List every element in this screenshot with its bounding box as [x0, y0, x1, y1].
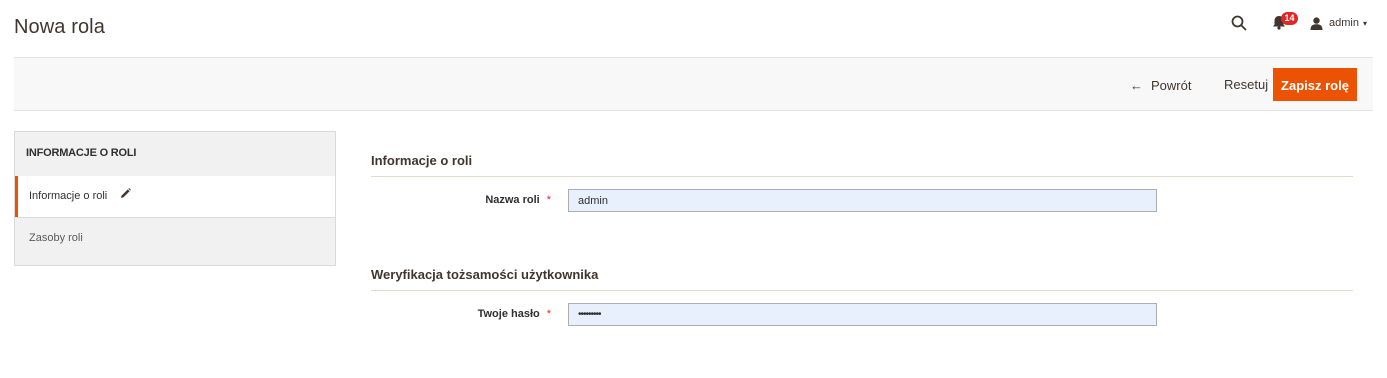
- search-icon[interactable]: [1228, 12, 1250, 34]
- header-actions: 14 admin ▾: [1228, 12, 1367, 34]
- required-mark: *: [546, 308, 551, 320]
- notification-count-badge: 14: [1281, 12, 1299, 25]
- tab-label: Zasoby roli: [29, 232, 83, 244]
- tab-label: Informacje o roli: [29, 190, 108, 202]
- reset-button[interactable]: Resetuj: [1224, 76, 1268, 94]
- tab-role-info[interactable]: Informacje o roli: [15, 176, 335, 217]
- arrow-left-icon: ←: [1130, 77, 1143, 93]
- user-name: admin: [1329, 17, 1359, 29]
- back-button[interactable]: ← Powrót: [1130, 76, 1191, 94]
- back-button-label: Powrót: [1151, 77, 1192, 93]
- notifications[interactable]: 14: [1272, 12, 1299, 34]
- user-menu[interactable]: admin ▾: [1310, 16, 1367, 30]
- save-role-button[interactable]: Zapisz rolę: [1273, 68, 1357, 101]
- required-mark: *: [546, 194, 551, 206]
- sidebar-title: INFORMACJE O ROLI: [15, 132, 335, 177]
- pencil-icon: [120, 176, 132, 216]
- password-label-text: Twoje hasło: [477, 308, 540, 320]
- page-title: Nowa rola: [14, 16, 105, 38]
- password-label: Twoje hasło *: [351, 308, 551, 320]
- role-name-input[interactable]: [568, 189, 1157, 212]
- section-divider: [371, 290, 1353, 291]
- page-actions-bar: ← Powrót Resetuj Zapisz rolę: [14, 57, 1373, 111]
- role-name-label-text: Nazwa roli: [485, 194, 540, 206]
- section-title-role-info: Informacje o roli: [371, 153, 473, 168]
- password-input[interactable]: •••••••••: [568, 303, 1157, 326]
- section-title-verification: Weryfikacja tożsamości użytkownika: [371, 267, 599, 282]
- user-icon: [1310, 16, 1323, 30]
- sidebar-tabs: INFORMACJE O ROLI Informacje o roli Zaso…: [14, 131, 336, 266]
- section-divider: [371, 176, 1353, 177]
- tab-role-resources[interactable]: Zasoby roli: [15, 217, 335, 257]
- role-name-label: Nazwa roli *: [351, 194, 551, 206]
- chevron-down-icon: ▾: [1362, 18, 1367, 28]
